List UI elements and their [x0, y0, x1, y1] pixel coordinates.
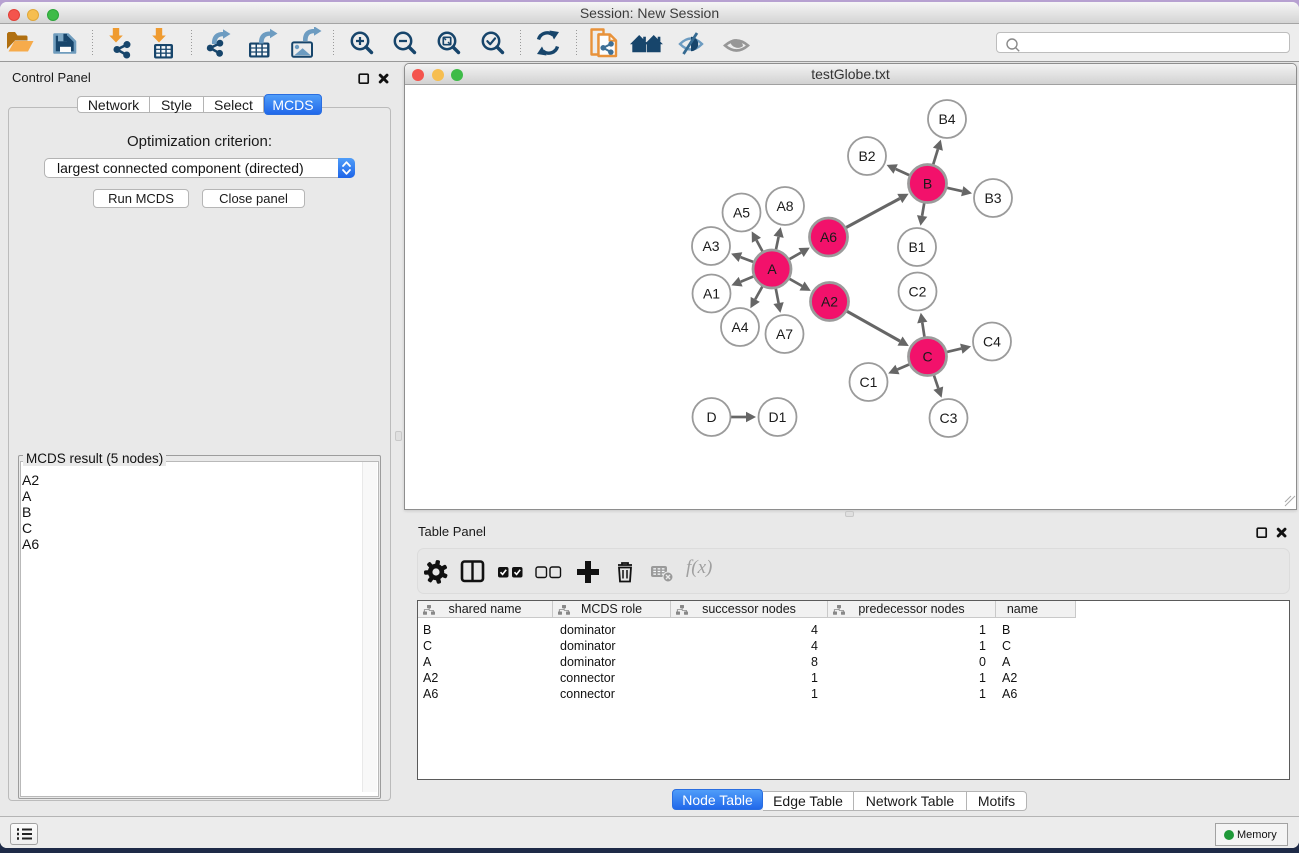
svg-text:B2: B2	[858, 148, 875, 164]
svg-text:B1: B1	[908, 239, 925, 255]
svg-text:A6: A6	[820, 229, 837, 245]
svg-text:B: B	[923, 176, 932, 192]
svg-text:A3: A3	[702, 238, 719, 254]
svg-text:A5: A5	[733, 205, 750, 221]
svg-text:C4: C4	[983, 334, 1001, 350]
svg-text:C2: C2	[909, 284, 927, 300]
svg-text:A1: A1	[703, 286, 720, 302]
svg-text:A2: A2	[821, 294, 838, 310]
svg-text:A7: A7	[776, 326, 793, 342]
svg-text:A: A	[767, 261, 777, 277]
svg-text:A4: A4	[731, 319, 748, 335]
svg-text:C: C	[922, 349, 932, 365]
svg-text:B3: B3	[984, 190, 1001, 206]
svg-text:A8: A8	[776, 198, 793, 214]
svg-text:D: D	[706, 409, 716, 425]
svg-text:D1: D1	[769, 409, 787, 425]
svg-text:C1: C1	[860, 374, 878, 390]
svg-text:C3: C3	[940, 410, 958, 426]
svg-text:B4: B4	[938, 111, 955, 127]
